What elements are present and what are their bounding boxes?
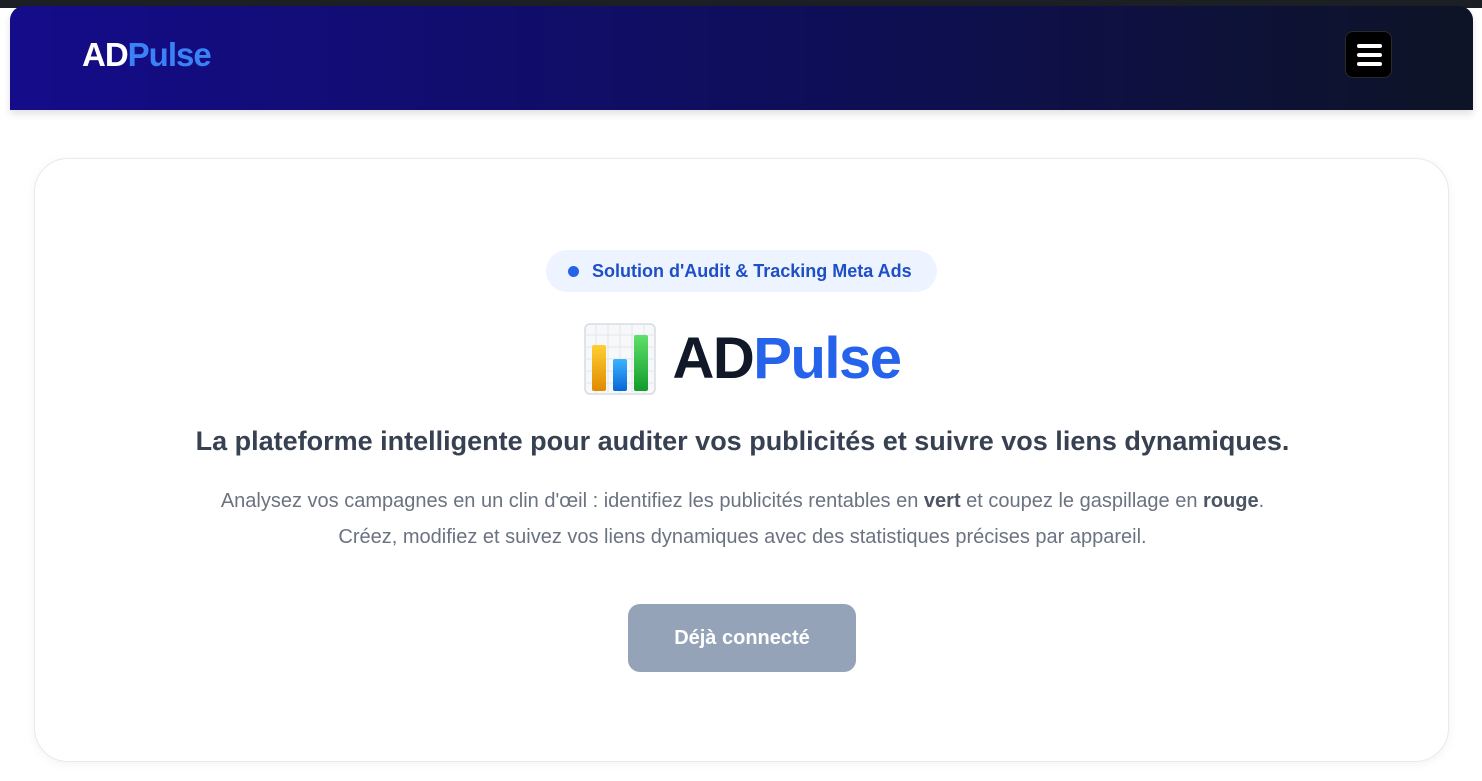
badge-dot-icon xyxy=(568,266,579,277)
navbar: ADPulse xyxy=(10,6,1473,110)
hero-badge: Solution d'Audit & Tracking Meta Ads xyxy=(546,250,937,292)
desc-highlight-red: rouge xyxy=(1203,490,1259,512)
desc-part-1: Analysez vos campagnes en un clin d'œil … xyxy=(220,490,924,512)
hero-description: Analysez vos campagnes en un clin d'œil … xyxy=(195,483,1290,555)
hero-card: Solution d'Audit & Tracking Meta Ads ADP… xyxy=(34,158,1449,762)
hero-logo: ADPulse xyxy=(672,323,902,395)
hero-logo-pulse: Pulse xyxy=(753,326,902,391)
navbar-logo-ad: AD xyxy=(82,36,129,73)
hamburger-menu-icon xyxy=(1357,44,1382,48)
navbar-logo-pulse: Pulse xyxy=(127,36,212,73)
hero-title: ADPulse xyxy=(35,319,1450,399)
desc-part-2: et coupez le gaspillage en xyxy=(960,490,1204,512)
hero-badge-text: Solution d'Audit & Tracking Meta Ads xyxy=(592,261,912,281)
hamburger-menu-button[interactable] xyxy=(1345,31,1392,78)
navbar-logo[interactable]: ADPulse xyxy=(82,36,212,73)
desc-highlight-green: vert xyxy=(923,490,961,512)
hero-logo-ad: AD xyxy=(672,326,754,391)
hero-subtitle: La plateforme intelligente pour auditer … xyxy=(195,426,1290,456)
already-connected-button[interactable]: Déjà connecté xyxy=(628,604,856,672)
bar-chart-icon xyxy=(584,323,657,395)
